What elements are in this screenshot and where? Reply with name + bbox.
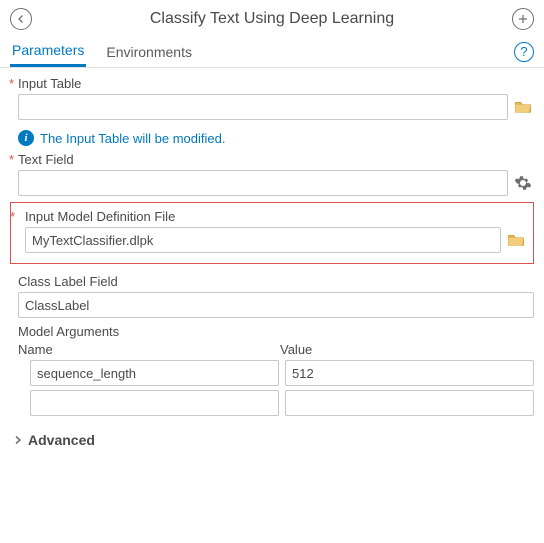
arg-name-0[interactable] — [30, 360, 279, 386]
model-file-browse-button[interactable] — [505, 229, 527, 251]
arg-name-1[interactable] — [30, 390, 279, 416]
plus-icon — [517, 13, 529, 25]
model-args-label: Model Arguments — [10, 324, 534, 339]
advanced-toggle[interactable]: Advanced — [10, 422, 534, 458]
advanced-label: Advanced — [28, 432, 95, 448]
back-button[interactable] — [10, 8, 32, 30]
input-table-info: The Input Table will be modified. — [40, 131, 225, 146]
arg-value-1[interactable] — [285, 390, 534, 416]
class-label-field[interactable] — [18, 292, 534, 318]
model-definition-group: Input Model Definition File — [10, 202, 534, 264]
text-field-input[interactable] — [18, 170, 508, 196]
arrow-left-icon — [15, 13, 27, 25]
chevron-right-icon — [12, 434, 24, 446]
text-field-settings-button[interactable] — [512, 172, 534, 194]
arg-value-0[interactable] — [285, 360, 534, 386]
input-table-browse-button[interactable] — [512, 96, 534, 118]
input-table-label: Input Table — [10, 76, 534, 91]
folder-icon — [507, 231, 525, 249]
text-field-label: Text Field — [10, 152, 534, 167]
model-file-label: Input Model Definition File — [17, 209, 527, 224]
help-icon: ? — [520, 44, 527, 59]
add-button[interactable] — [512, 8, 534, 30]
tab-environments[interactable]: Environments — [104, 38, 194, 66]
folder-icon — [514, 98, 532, 116]
gear-icon — [514, 174, 532, 192]
help-button[interactable]: ? — [514, 42, 534, 62]
info-icon: i — [18, 130, 34, 146]
class-label-label: Class Label Field — [10, 274, 534, 289]
model-file-field[interactable] — [25, 227, 501, 253]
tab-parameters[interactable]: Parameters — [10, 36, 86, 67]
args-name-header: Name — [18, 342, 272, 357]
input-table-field[interactable] — [18, 94, 508, 120]
args-value-header: Value — [280, 342, 534, 357]
page-title: Classify Text Using Deep Learning — [32, 10, 512, 28]
